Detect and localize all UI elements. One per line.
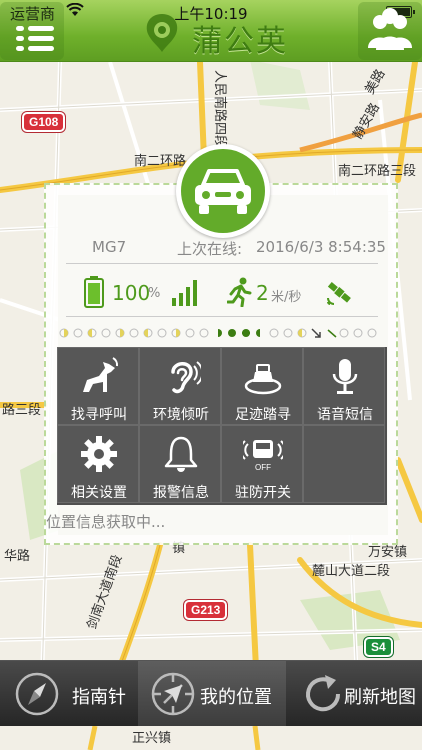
location-status-text: 位置信息获取中... (46, 513, 166, 531)
group-button[interactable] (358, 2, 422, 60)
navigation-bar: 运营商 上午10:19 蒲公英 (0, 0, 422, 62)
map-strip: 正兴镇 (0, 726, 422, 750)
speed-runner-icon (227, 277, 252, 307)
refresh-map-button[interactable]: 刷新地图 (286, 661, 422, 727)
refresh-icon (306, 675, 341, 712)
menu-button[interactable] (0, 2, 64, 60)
bottom-toolbar: 指南针 我的位置 刷新地图 (0, 660, 422, 727)
action-empty-slot (303, 425, 385, 503)
car-icon (195, 169, 251, 214)
action-label: 环境倾听 (153, 407, 209, 423)
logo-icon (146, 14, 178, 52)
action-guard-toggle[interactable]: OFF 驻防开关 (221, 425, 303, 503)
map-label: 南二环路三段 (338, 163, 416, 179)
gps-satellite-icon (327, 281, 351, 305)
last-online-label: 上次在线: (177, 240, 243, 258)
highway-shield-s4: S4 (364, 637, 393, 657)
dog-icon (83, 357, 119, 392)
bell-icon (164, 436, 198, 472)
divider (66, 316, 378, 317)
tab-label: 指南针 (72, 687, 126, 708)
map-label: 南二环路 (134, 153, 186, 169)
action-voice-message[interactable]: 语音短信 (303, 347, 385, 425)
action-label: 相关设置 (71, 485, 127, 501)
signal-strength-icon (172, 280, 197, 306)
compass-icon (15, 672, 59, 716)
action-alarm-info[interactable]: 报警信息 (139, 425, 221, 503)
car-name: MG7 (92, 238, 127, 256)
logo-text: 蒲公英 (192, 24, 288, 59)
battery-icon (84, 276, 104, 308)
car-avatar[interactable] (176, 144, 270, 238)
highway-shield-g108: G108 (22, 112, 66, 132)
my-location-button[interactable]: 我的位置 (138, 661, 286, 727)
action-label: 报警信息 (153, 485, 209, 501)
people-icon (368, 8, 412, 50)
menu-icon (16, 26, 24, 31)
battery-unit: % (148, 286, 161, 301)
last-online-value: 2016/6/3 8:54:35 (256, 238, 386, 256)
action-track[interactable]: 足迹踏寻 (221, 347, 303, 425)
map-label: 麓山大道二段 (312, 564, 390, 579)
action-settings[interactable]: 相关设置 (57, 425, 139, 503)
tab-label: 刷新地图 (344, 687, 416, 708)
tab-label: 我的位置 (200, 687, 272, 708)
page-indicator-dots (59, 328, 377, 338)
action-label: 语音短信 (317, 407, 373, 423)
guard-state-badge: OFF (255, 463, 271, 472)
action-grid: 找寻呼叫 环境倾听 足迹踏寻 语音短信 相关设置 报警信息 OFF 驻防开关 (57, 347, 387, 505)
map-label: 人民南路四段 (212, 70, 228, 148)
microphone-icon (332, 359, 358, 394)
ear-icon (171, 361, 201, 394)
map-label: 正兴镇 (132, 731, 171, 746)
map-label: 万安镇 (368, 545, 407, 560)
track-icon (244, 364, 282, 395)
divider (66, 263, 378, 264)
speed-unit: 米/秒 (271, 290, 302, 305)
action-listen[interactable]: 环境倾听 (139, 347, 221, 425)
highway-shield-g213: G213 (184, 600, 228, 620)
action-label: 找寻呼叫 (71, 407, 127, 423)
my-location-icon (151, 672, 195, 716)
guard-icon: OFF (243, 440, 283, 472)
map-label: 路三段 (2, 402, 41, 418)
map-label: 华路 (4, 548, 30, 564)
action-label: 足迹踏寻 (235, 407, 291, 423)
compass-button[interactable]: 指南针 (0, 661, 138, 727)
speed-value: 2 (256, 281, 269, 305)
battery-percent: 100 (112, 281, 151, 305)
action-find-call[interactable]: 找寻呼叫 (57, 347, 139, 425)
gear-icon (81, 436, 117, 472)
action-label: 驻防开关 (235, 485, 291, 501)
